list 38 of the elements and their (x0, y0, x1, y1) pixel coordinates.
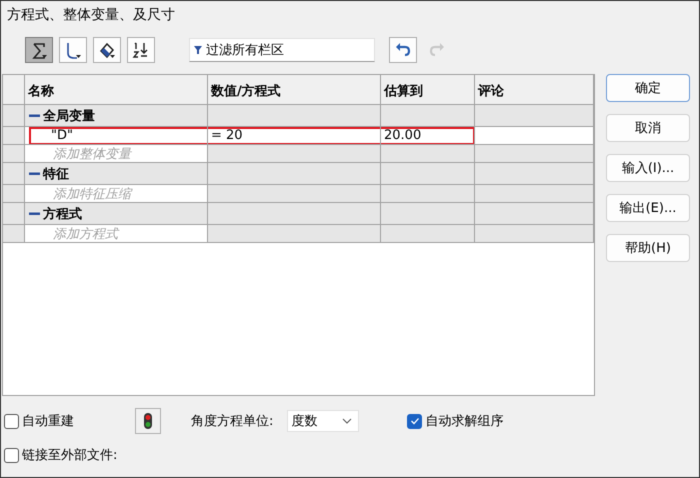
toolbar-button[interactable] (59, 37, 87, 63)
toolbar-button[interactable] (93, 37, 121, 63)
group-label: 特征 (43, 166, 69, 182)
sigma-icon (30, 41, 48, 59)
toolbar-button[interactable] (25, 37, 53, 63)
dialog-button[interactable]: 取消 (606, 114, 690, 142)
window-title: 方程式、整体变量、及尺寸 (6, 6, 176, 24)
column-header: 名称 (25, 75, 208, 105)
dialog-button[interactable]: 输出(E)... (606, 194, 690, 222)
chevron-down-icon (342, 418, 352, 424)
traffic-light-button[interactable] (135, 408, 161, 434)
dialog-button[interactable]: 输入(I)... (606, 154, 690, 182)
column-header: 评论 (475, 75, 594, 105)
traffic-light-icon (144, 413, 152, 429)
dialog-button[interactable]: 确定 (606, 74, 690, 102)
eraser-icon (98, 41, 116, 59)
checkbox[interactable] (4, 414, 19, 428)
column-header: 数值/方程式 (208, 75, 381, 105)
curve-icon (64, 41, 82, 59)
checkbox-label: 自动求解组序 (425, 413, 504, 430)
undo-button[interactable] (389, 37, 417, 63)
group-label: 方程式 (43, 206, 82, 222)
toolbar-button[interactable] (127, 37, 155, 63)
group-label: 全局变量 (43, 108, 95, 124)
filter-field[interactable]: 过滤所有栏区 (189, 38, 375, 62)
sort-order-icon (132, 41, 150, 59)
undo-arrow-icon (394, 41, 412, 59)
unit-dropdown[interactable]: 度数 (287, 410, 360, 432)
field-label: 角度方程单位: (191, 413, 274, 430)
redo-arrow-icon (428, 41, 446, 59)
filter-icon (194, 46, 202, 54)
column-header: 估算到 (381, 75, 475, 105)
checkbox[interactable] (4, 448, 19, 462)
checkbox-label: 链接至外部文件: (22, 447, 118, 464)
dialog-button[interactable]: 帮助(H) (606, 234, 690, 262)
checkbox-label: 自动重建 (22, 413, 74, 430)
checkbox[interactable] (407, 414, 422, 428)
check-icon (410, 416, 420, 426)
